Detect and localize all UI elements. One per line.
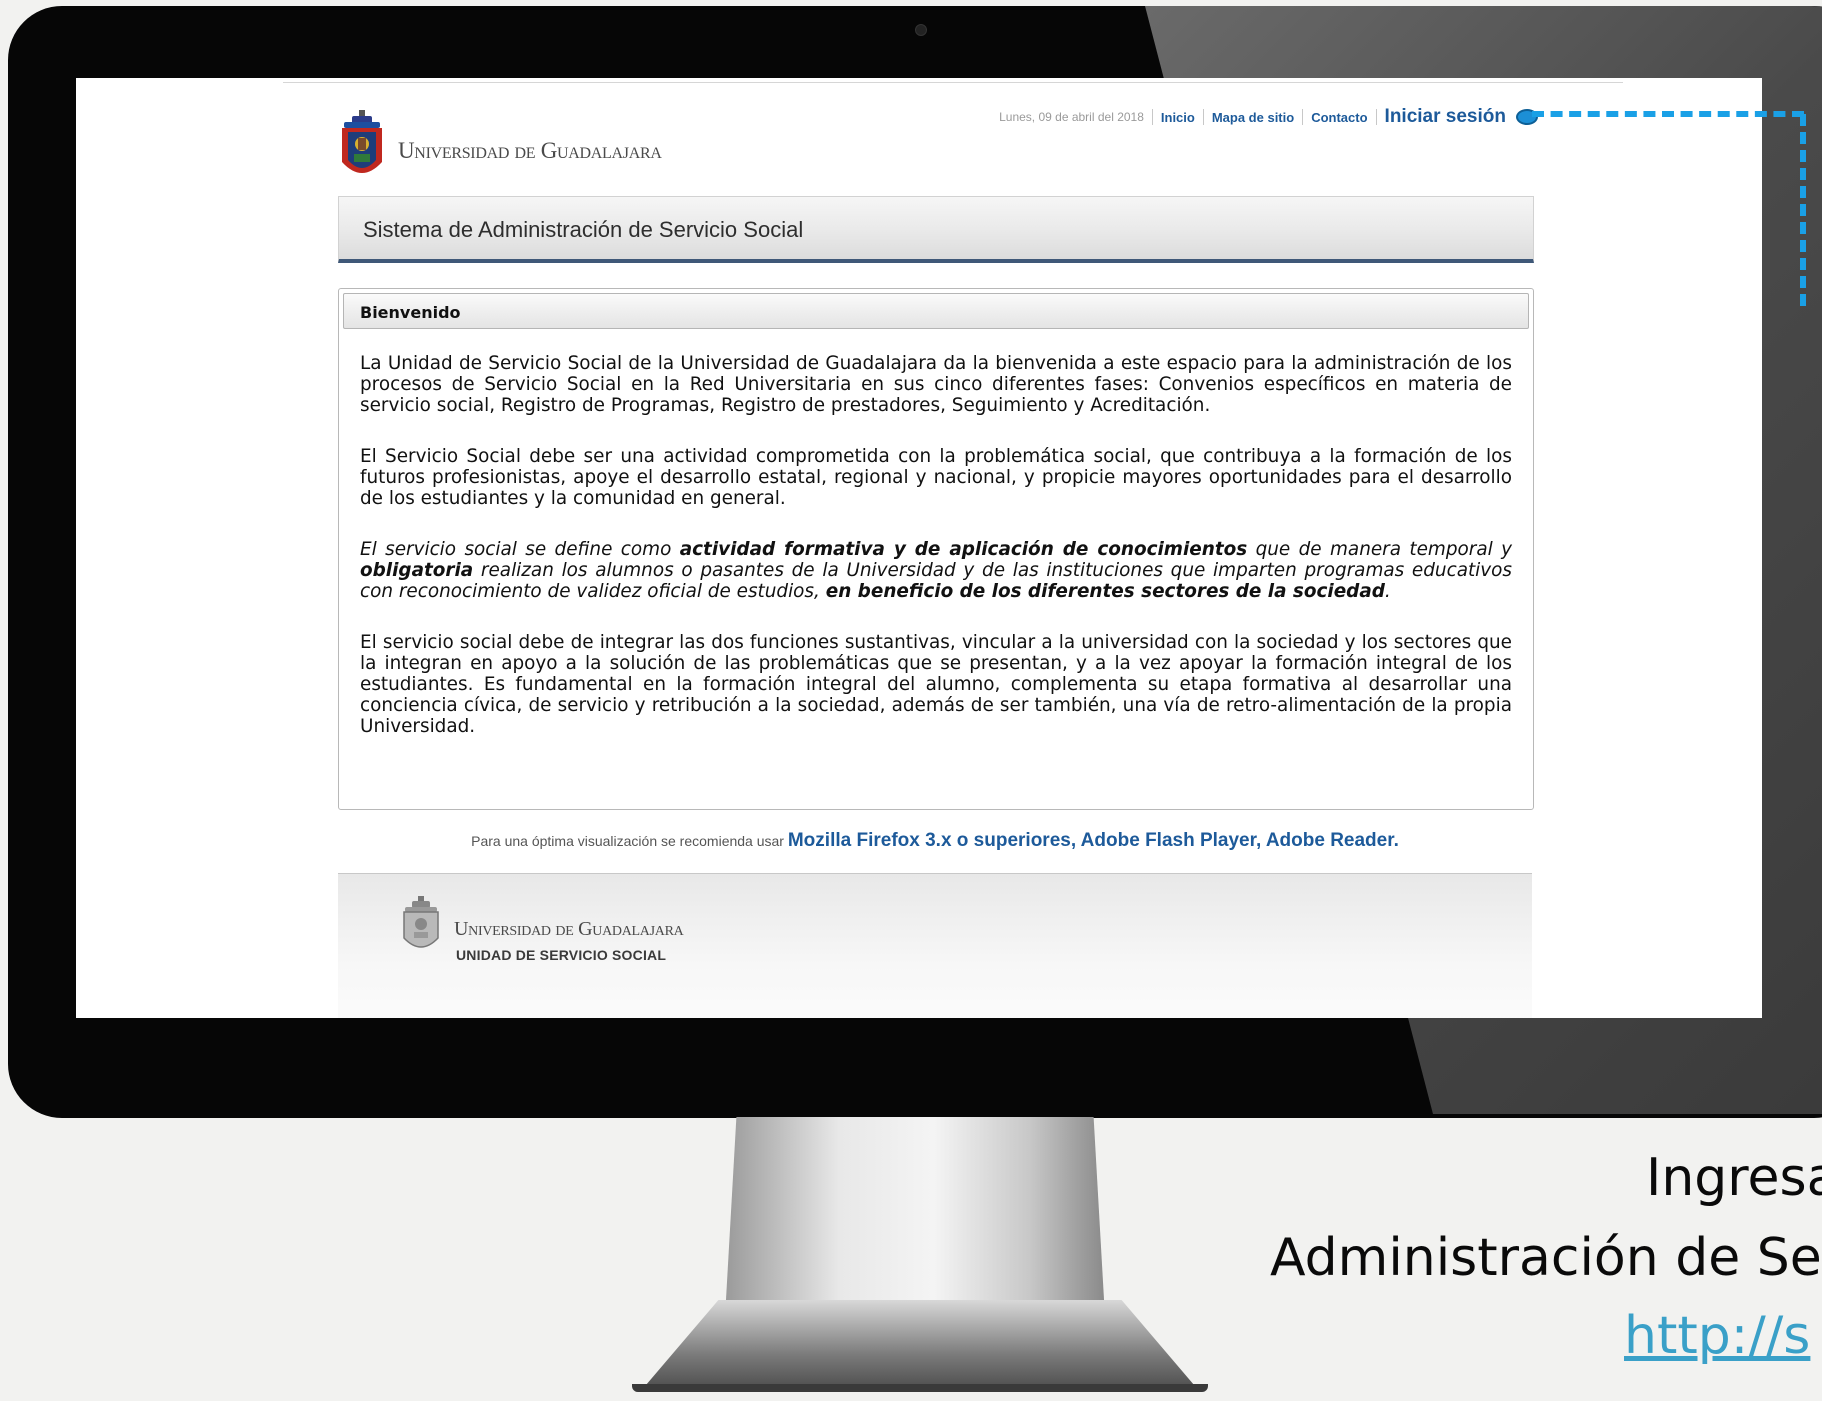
- nav-link-mapa-de-sitio[interactable]: Mapa de sitio: [1212, 110, 1294, 125]
- caption-line-2: Administración de Se: [1270, 1228, 1822, 1288]
- p3-text-c: que de manera temporal y: [1247, 539, 1512, 560]
- nav-separator: [1302, 109, 1304, 125]
- nav-separator: [1375, 109, 1377, 125]
- nav-separator: [1151, 109, 1153, 125]
- footer-university-name: Universidad de Guadalajara: [454, 918, 684, 940]
- footer-crest-icon: [403, 896, 439, 948]
- nav-link-contacto[interactable]: Contacto: [1311, 110, 1367, 125]
- footer-unit-name: UNIDAD DE SERVICIO SOCIAL: [456, 947, 667, 963]
- p3-bold-d: obligatoria: [360, 560, 474, 581]
- recommended-software-link[interactable]: Mozilla Firefox 3.x o superiores, Adobe …: [788, 830, 1399, 851]
- nav-separator: [1202, 109, 1204, 125]
- site-logo[interactable]: Universidad de Guadalajara: [338, 110, 678, 186]
- welcome-heading: Bienvenido: [360, 303, 461, 322]
- recommendation-prefix: Para una óptima visualización se recomie…: [471, 833, 788, 849]
- page-footer: Universidad de Guadalajara UNIDAD DE SER…: [338, 873, 1532, 1018]
- welcome-panel-body: La Unidad de Servicio Social de la Unive…: [360, 353, 1512, 767]
- page-title: Sistema de Administración de Servicio So…: [363, 217, 804, 242]
- connector-dashed-vertical: [1800, 114, 1806, 306]
- top-navigation: Lunes, 09 de abril del 2018 Inicio Mapa …: [999, 106, 1538, 128]
- university-crest-icon: [342, 110, 382, 173]
- p3-bold-f: en beneficio de los diferentes sectores …: [825, 581, 1385, 602]
- monitor-stand-base: [640, 1300, 1200, 1392]
- system-title-bar: Sistema de Administración de Servicio So…: [338, 196, 1534, 263]
- browser-screen: Universidad de Guadalajara Lunes, 09 de …: [76, 78, 1762, 1018]
- welcome-paragraph-1: La Unidad de Servicio Social de la Unive…: [360, 353, 1512, 416]
- caption-line-1: Ingresa: [1646, 1148, 1822, 1208]
- p3-text-a: El servicio social se define como: [360, 539, 680, 560]
- camera-icon: [915, 24, 927, 36]
- monitor-stand-lip: [632, 1384, 1208, 1392]
- welcome-panel: Bienvenido La Unidad de Servicio Social …: [338, 288, 1534, 810]
- welcome-paragraph-2: El Servicio Social debe ser una activida…: [360, 446, 1512, 509]
- p3-bold-b: actividad formativa y de aplicación de c…: [679, 539, 1248, 560]
- logo-text: Universidad de Guadalajara: [398, 138, 662, 163]
- browser-recommendation: Para una óptima visualización se recomie…: [338, 830, 1532, 852]
- current-date: Lunes, 09 de abril del 2018: [999, 110, 1144, 124]
- nav-link-inicio[interactable]: Inicio: [1161, 110, 1195, 125]
- welcome-paragraph-3: El servicio social se define como activi…: [360, 539, 1512, 602]
- monitor-stand-neck: [725, 1117, 1105, 1317]
- page-container: Universidad de Guadalajara Lunes, 09 de …: [338, 78, 1538, 1018]
- caption-link[interactable]: http://s: [1624, 1306, 1810, 1366]
- login-link[interactable]: Iniciar sesión: [1385, 106, 1506, 128]
- connector-dashed-horizontal: [1532, 111, 1804, 117]
- welcome-paragraph-4: El servicio social debe de integrar las …: [360, 632, 1512, 737]
- welcome-panel-header: Bienvenido: [343, 293, 1529, 329]
- p3-text-g: .: [1384, 581, 1391, 602]
